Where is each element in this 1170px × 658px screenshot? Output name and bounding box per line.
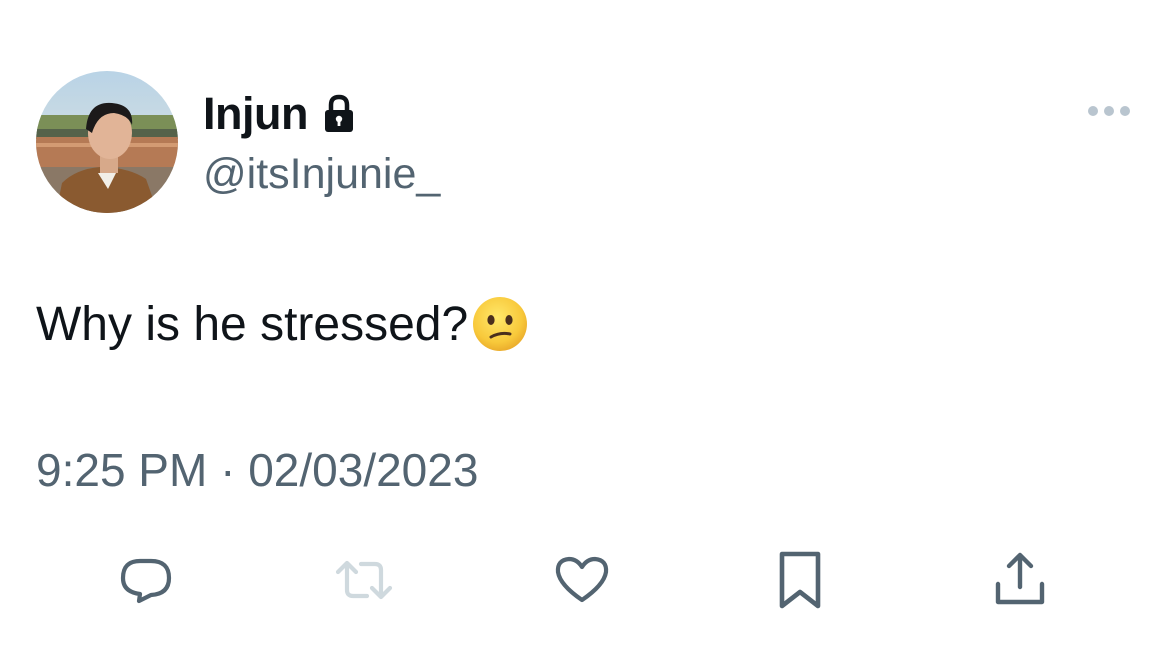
share-icon (995, 552, 1045, 605)
tweet-timestamp[interactable]: 9:25 PM · 02/03/2023 (36, 443, 478, 497)
reply-button[interactable] (116, 550, 176, 610)
tweet-time: 9:25 PM (36, 444, 208, 496)
tweet-card: Injun @itsInjunie_ Why is he stressed? 9… (0, 0, 1170, 658)
avatar[interactable] (36, 71, 178, 213)
retweet-button[interactable] (334, 550, 394, 610)
author-handle[interactable]: @itsInjunie_ (203, 150, 440, 199)
bookmark-icon (779, 551, 821, 609)
more-options-icon[interactable] (1086, 100, 1132, 122)
share-button[interactable] (990, 550, 1050, 610)
meta-separator: · (220, 444, 236, 496)
confused-face-emoji-icon (472, 296, 528, 352)
lock-icon (322, 94, 356, 134)
like-button[interactable] (552, 550, 612, 610)
profile-photo (36, 71, 178, 213)
reply-bubble-icon (120, 558, 172, 604)
tweet-body: Why is he stressed? (36, 297, 469, 351)
bookmark-button[interactable] (770, 550, 830, 610)
retweet-icon (335, 560, 393, 600)
tweet-date: 02/03/2023 (248, 444, 479, 496)
display-name[interactable]: Injun (203, 88, 308, 140)
tweet-text: Why is he stressed? (36, 296, 528, 352)
heart-icon (555, 556, 609, 603)
author-name-row[interactable]: Injun (203, 86, 356, 142)
